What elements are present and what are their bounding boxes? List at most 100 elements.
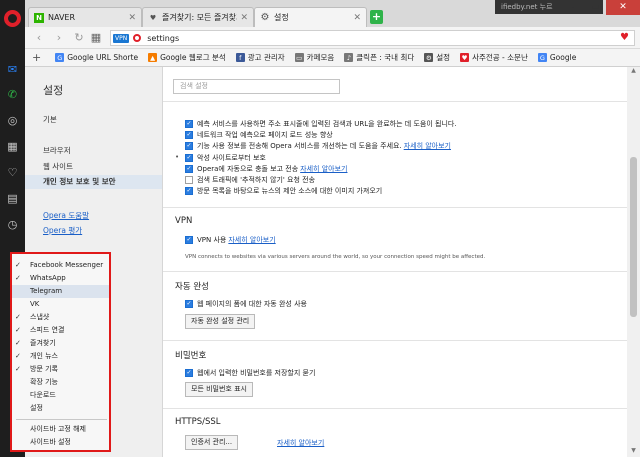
show-passwords-button[interactable]: 모든 비밀번호 표시: [185, 382, 253, 397]
privacy-option[interactable]: ✓ 예측 서비스를 사용하면 주소 표시줄에 입력된 검색과 URL을 완료하는 …: [185, 118, 457, 129]
checkbox[interactable]: ✓: [185, 186, 193, 195]
option-label: 방문 목록을 바탕으로 뉴스의 제안 소스에 대한 이미지 가져오기: [197, 186, 383, 195]
bookmark-heart-icon[interactable]: ♥: [620, 32, 629, 43]
checkbox[interactable]: ✓: [185, 153, 193, 162]
learn-more-link[interactable]: 자세히 알아보기: [228, 235, 275, 245]
bookmark-item[interactable]: ♪ 클릭픈 : 국내 최다: [344, 52, 414, 63]
learn-more-link[interactable]: 자세히 알아보기: [277, 438, 324, 448]
history-icon[interactable]: ◷: [5, 217, 20, 232]
section-divider: [163, 408, 627, 409]
link-opera-rate[interactable]: Opera 평가: [43, 225, 82, 236]
bookmark-item[interactable]: G Google: [537, 53, 577, 62]
checkbox[interactable]: ✓: [185, 141, 193, 150]
checkbox[interactable]: ✓: [185, 368, 193, 377]
news-icon[interactable]: ▤: [5, 191, 20, 206]
checkbox[interactable]: ✓: [185, 235, 193, 244]
tab-settings[interactable]: ⚙ 설정 ✕: [254, 7, 367, 27]
add-bookmark-icon[interactable]: +: [32, 51, 41, 64]
section-title-autofill: 자동 완성: [175, 282, 209, 292]
option-label: 웹 페이지의 폼에 대한 자동 완성 사용: [197, 299, 307, 308]
tab-bookmarks[interactable]: ♥ 즐겨찾기: 모든 즐겨찾기 ✕: [142, 7, 254, 27]
privacy-option[interactable]: ✓ 기능 사용 정보를 전송해 Opera 서비스를 개선하는 데 도움을 주세요…: [185, 140, 451, 151]
privacy-option[interactable]: ✓ Opera에 자동으로 충돌 보고 전송 자세히 알아보기: [185, 163, 347, 174]
option-label: 예측 서비스를 사용하면 주소 표시줄에 입력된 검색과 URL을 완료하는 데…: [197, 119, 457, 128]
section-title-password: 비밀번호: [175, 351, 207, 361]
menu-item-extensions[interactable]: 확장 기능: [12, 376, 109, 389]
nav-privacy-security[interactable]: 개인 정보 보호 및 보안: [25, 175, 162, 189]
back-icon[interactable]: ‹: [32, 31, 46, 45]
autofill-option[interactable]: ✓ 웹 페이지의 폼에 대한 자동 완성 사용: [185, 298, 307, 309]
menu-item-facebook-messenger[interactable]: ✓ Facebook Messenger: [12, 259, 109, 272]
bookmark-item[interactable]: f 광고 관리자: [235, 52, 285, 63]
password-option[interactable]: ✓ 웹에서 입력한 비밀번호를 저장할지 묻기: [185, 367, 315, 378]
learn-more-link[interactable]: 자세히 알아보기: [300, 164, 347, 174]
manage-autofill-button[interactable]: 자동 완성 설정 관리: [185, 314, 256, 329]
scrollbar[interactable]: ▲ ▼: [627, 67, 640, 457]
bookmarks-heart-icon[interactable]: ♡: [5, 165, 20, 180]
url-text[interactable]: settings: [147, 34, 179, 43]
bookmark-item[interactable]: ♥ 사주전공 - 소문난: [460, 52, 528, 63]
tab-naver[interactable]: N NAVER ✕: [28, 7, 142, 27]
option-label: Opera에 자동으로 충돌 보고 전송: [197, 164, 299, 173]
url-field[interactable]: VPN settings ♥: [110, 30, 635, 46]
close-tab-icon[interactable]: ✕: [128, 13, 136, 23]
menu-item-speed-dial[interactable]: ✓ 스피드 연결: [12, 324, 109, 337]
checkbox[interactable]: ✓: [185, 164, 193, 173]
menu-item-telegram[interactable]: Telegram: [12, 285, 109, 298]
menu-item-sidebar-settings[interactable]: 사이드바 설정: [12, 436, 109, 449]
menu-item-settings[interactable]: 설정: [12, 402, 109, 415]
minimize-icon[interactable]: –: [562, 0, 584, 15]
bookmark-item[interactable]: G Google URL Shorte: [55, 53, 138, 62]
bookmark-item[interactable]: ⚙ 설정: [424, 52, 450, 63]
bookmark-label: Google: [549, 53, 577, 62]
settings-search-input[interactable]: 검색 설정: [173, 79, 340, 94]
menu-item-bookmarks[interactable]: ✓ 즐겨찾기: [12, 337, 109, 350]
link-opera-help[interactable]: Opera 도움말: [43, 210, 89, 221]
checkbox[interactable]: ✓: [185, 119, 193, 128]
tabs-grid-icon[interactable]: ▦: [89, 31, 103, 45]
privacy-option[interactable]: ✓ 악성 사이트로부터 보호: [185, 152, 266, 163]
menu-item-vk[interactable]: VK: [12, 298, 109, 311]
checkbox[interactable]: ✓: [185, 130, 193, 139]
menu-item-label: 확장 기능: [30, 378, 58, 386]
menu-item-downloads[interactable]: 다운로드: [12, 389, 109, 402]
new-tab-button[interactable]: +: [370, 10, 383, 24]
vpn-badge[interactable]: VPN: [113, 33, 130, 43]
bookmark-item[interactable]: ▭ 카페모음: [294, 52, 334, 63]
speed-dial-icon[interactable]: ▦: [5, 139, 20, 154]
checkbox[interactable]: [185, 175, 193, 184]
menu-item-unpin-sidebar[interactable]: 사이드바 고정 해제: [12, 423, 109, 436]
whatsapp-icon[interactable]: ✆: [5, 87, 20, 102]
close-tab-icon[interactable]: ✕: [240, 13, 248, 23]
vpn-option[interactable]: ✓ VPN 사용 자세히 알아보기: [185, 234, 276, 245]
forward-icon[interactable]: ›: [52, 31, 66, 45]
https-learn-more[interactable]: 자세히 알아보기: [275, 437, 324, 448]
learn-more-link[interactable]: 자세히 알아보기: [404, 141, 451, 151]
menu-item-history[interactable]: ✓ 방문 기록: [12, 363, 109, 376]
nav-basic[interactable]: 기본: [25, 113, 162, 127]
privacy-option[interactable]: 검색 트래픽에 '추적하지 않기' 요청 전송: [185, 174, 315, 185]
menu-item-snapshot[interactable]: ✓ 스냅샷: [12, 311, 109, 324]
gear-icon: ⚙: [260, 12, 270, 23]
option-label: 기능 사용 정보를 전송해 Opera 서비스를 개선하는 데 도움을 주세요.: [197, 141, 402, 150]
opera-logo-icon[interactable]: [4, 10, 21, 27]
nav-browser[interactable]: 브라우저: [25, 144, 162, 158]
menu-item-whatsapp[interactable]: ✓ WhatsApp: [12, 272, 109, 285]
scroll-thumb[interactable]: [630, 157, 637, 317]
nav-websites[interactable]: 웹 사이트: [25, 160, 162, 174]
scroll-down-icon[interactable]: ▼: [627, 447, 640, 457]
snapshot-icon[interactable]: ◎: [5, 113, 20, 128]
messenger-icon[interactable]: ✉: [5, 62, 20, 77]
close-tab-icon[interactable]: ✕: [353, 13, 361, 23]
gear-icon: ⚙: [424, 53, 434, 62]
menu-item-personal-news[interactable]: ✓ 개인 뉴스: [12, 350, 109, 363]
scroll-up-icon[interactable]: ▲: [627, 67, 640, 77]
bookmark-item[interactable]: ▲ Google 웹로그 분석: [148, 52, 226, 63]
privacy-option[interactable]: ✓ 방문 목록을 바탕으로 뉴스의 제안 소스에 대한 이미지 가져오기: [185, 185, 382, 196]
close-window-icon[interactable]: ✕: [606, 0, 640, 15]
privacy-option[interactable]: ✓ 네트워크 작업 예측으로 페이지 로드 성능 향상: [185, 129, 333, 140]
checkbox[interactable]: ✓: [185, 299, 193, 308]
reload-icon[interactable]: ↻: [72, 31, 86, 45]
manage-certificates-button[interactable]: 인증서 관리...: [185, 435, 239, 450]
maximize-icon[interactable]: ▭: [584, 0, 606, 15]
